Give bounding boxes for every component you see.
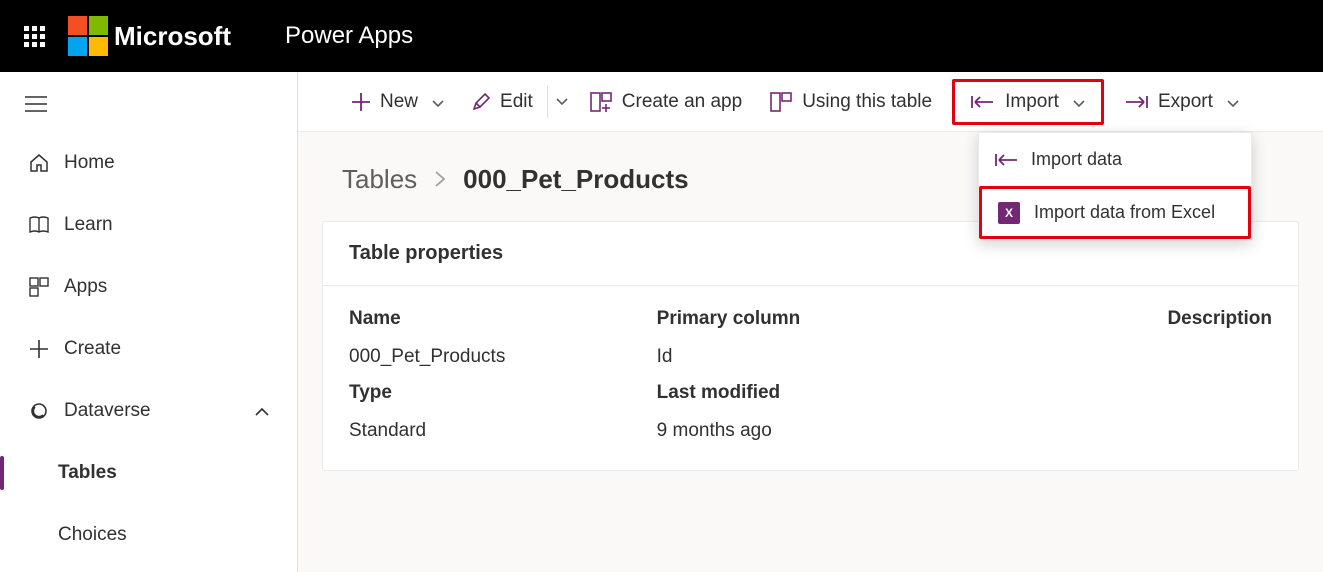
sidebar-item-choices[interactable]: Choices bbox=[0, 504, 297, 566]
command-label: Edit bbox=[500, 91, 533, 113]
prop-label-name: Name bbox=[349, 308, 657, 332]
import-button-highlight: Import bbox=[952, 79, 1104, 125]
sidebar-item-tables[interactable]: Tables bbox=[0, 442, 297, 504]
sidebar-item-label: Create bbox=[64, 338, 121, 360]
import-icon bbox=[995, 152, 1017, 168]
dataverse-icon bbox=[28, 400, 50, 422]
prop-value-type: Standard bbox=[349, 420, 657, 442]
plus-icon bbox=[28, 340, 50, 358]
sidebar: Home Learn Apps Create bbox=[0, 72, 298, 572]
menu-item-label: Import data from Excel bbox=[1034, 202, 1215, 223]
microsoft-logo: Microsoft bbox=[68, 16, 231, 56]
edit-split-button[interactable] bbox=[547, 86, 576, 118]
sidebar-item-label: Home bbox=[64, 152, 115, 174]
new-button[interactable]: New bbox=[338, 82, 458, 122]
excel-icon bbox=[998, 202, 1020, 224]
breadcrumb-current: 000_Pet_Products bbox=[463, 164, 688, 195]
prop-label-type: Type bbox=[349, 382, 657, 406]
sidebar-item-label: Dataverse bbox=[64, 400, 151, 422]
prop-label-primary: Primary column bbox=[657, 308, 965, 332]
sidebar-item-home[interactable]: Home bbox=[0, 132, 297, 194]
sidebar-item-learn[interactable]: Learn bbox=[0, 194, 297, 256]
app-title: Power Apps bbox=[285, 22, 413, 50]
import-icon bbox=[971, 94, 995, 110]
sidebar-item-apps[interactable]: Apps bbox=[0, 256, 297, 318]
using-table-button[interactable]: Using this table bbox=[756, 82, 946, 122]
chevron-up-icon bbox=[255, 400, 269, 422]
sidebar-item-create[interactable]: Create bbox=[0, 318, 297, 380]
export-button[interactable]: Export bbox=[1110, 82, 1253, 122]
microsoft-word: Microsoft bbox=[114, 21, 231, 52]
chevron-down-icon bbox=[1073, 91, 1085, 113]
sidebar-item-label: Apps bbox=[64, 276, 107, 298]
command-label: Create an app bbox=[622, 91, 742, 113]
app-launcher-button[interactable] bbox=[0, 0, 68, 72]
create-app-button[interactable]: Create an app bbox=[576, 82, 756, 122]
create-app-icon bbox=[590, 92, 612, 112]
menu-item-import-data[interactable]: Import data bbox=[979, 133, 1251, 186]
hamburger-button[interactable] bbox=[10, 84, 62, 124]
command-label: Export bbox=[1158, 91, 1213, 113]
book-icon bbox=[28, 216, 50, 234]
table-properties-card: Table properties Name Primary column Des… bbox=[322, 221, 1299, 471]
plus-icon bbox=[352, 93, 370, 111]
command-label: Import bbox=[1005, 91, 1059, 113]
sidebar-item-label: Tables bbox=[58, 462, 117, 484]
home-icon bbox=[28, 153, 50, 173]
edit-button[interactable]: Edit bbox=[458, 82, 547, 122]
sidebar-item-dataverse[interactable]: Dataverse bbox=[0, 380, 297, 442]
waffle-icon bbox=[24, 26, 45, 47]
command-label: Using this table bbox=[802, 91, 932, 113]
sidebar-item-label: Choices bbox=[58, 524, 127, 546]
menu-item-label: Import data bbox=[1031, 149, 1122, 170]
pencil-icon bbox=[472, 93, 490, 111]
chevron-right-icon bbox=[435, 167, 445, 193]
hamburger-icon bbox=[25, 96, 47, 112]
prop-label-description: Description bbox=[964, 308, 1272, 332]
command-bar: New Edit Create an app bbox=[298, 72, 1323, 132]
import-menu: Import data Import data from Excel bbox=[978, 132, 1252, 240]
command-label: New bbox=[380, 91, 418, 113]
import-button[interactable]: Import bbox=[955, 82, 1101, 122]
prop-value-primary: Id bbox=[657, 346, 965, 368]
top-header: Microsoft Power Apps bbox=[0, 0, 1323, 72]
sidebar-item-label: Learn bbox=[64, 214, 113, 236]
chevron-down-icon bbox=[1227, 91, 1239, 113]
chevron-down-icon bbox=[556, 98, 568, 105]
main-content: New Edit Create an app bbox=[298, 72, 1323, 572]
menu-item-import-excel[interactable]: Import data from Excel bbox=[979, 186, 1251, 239]
breadcrumb-parent[interactable]: Tables bbox=[342, 164, 417, 195]
apps-icon bbox=[28, 277, 50, 297]
export-icon bbox=[1124, 94, 1148, 110]
table-icon bbox=[770, 92, 792, 112]
prop-value-name: 000_Pet_Products bbox=[349, 346, 657, 368]
prop-label-modified: Last modified bbox=[657, 382, 965, 406]
microsoft-logo-icon bbox=[68, 16, 108, 56]
prop-value-modified: 9 months ago bbox=[657, 420, 965, 442]
chevron-down-icon bbox=[432, 91, 444, 113]
